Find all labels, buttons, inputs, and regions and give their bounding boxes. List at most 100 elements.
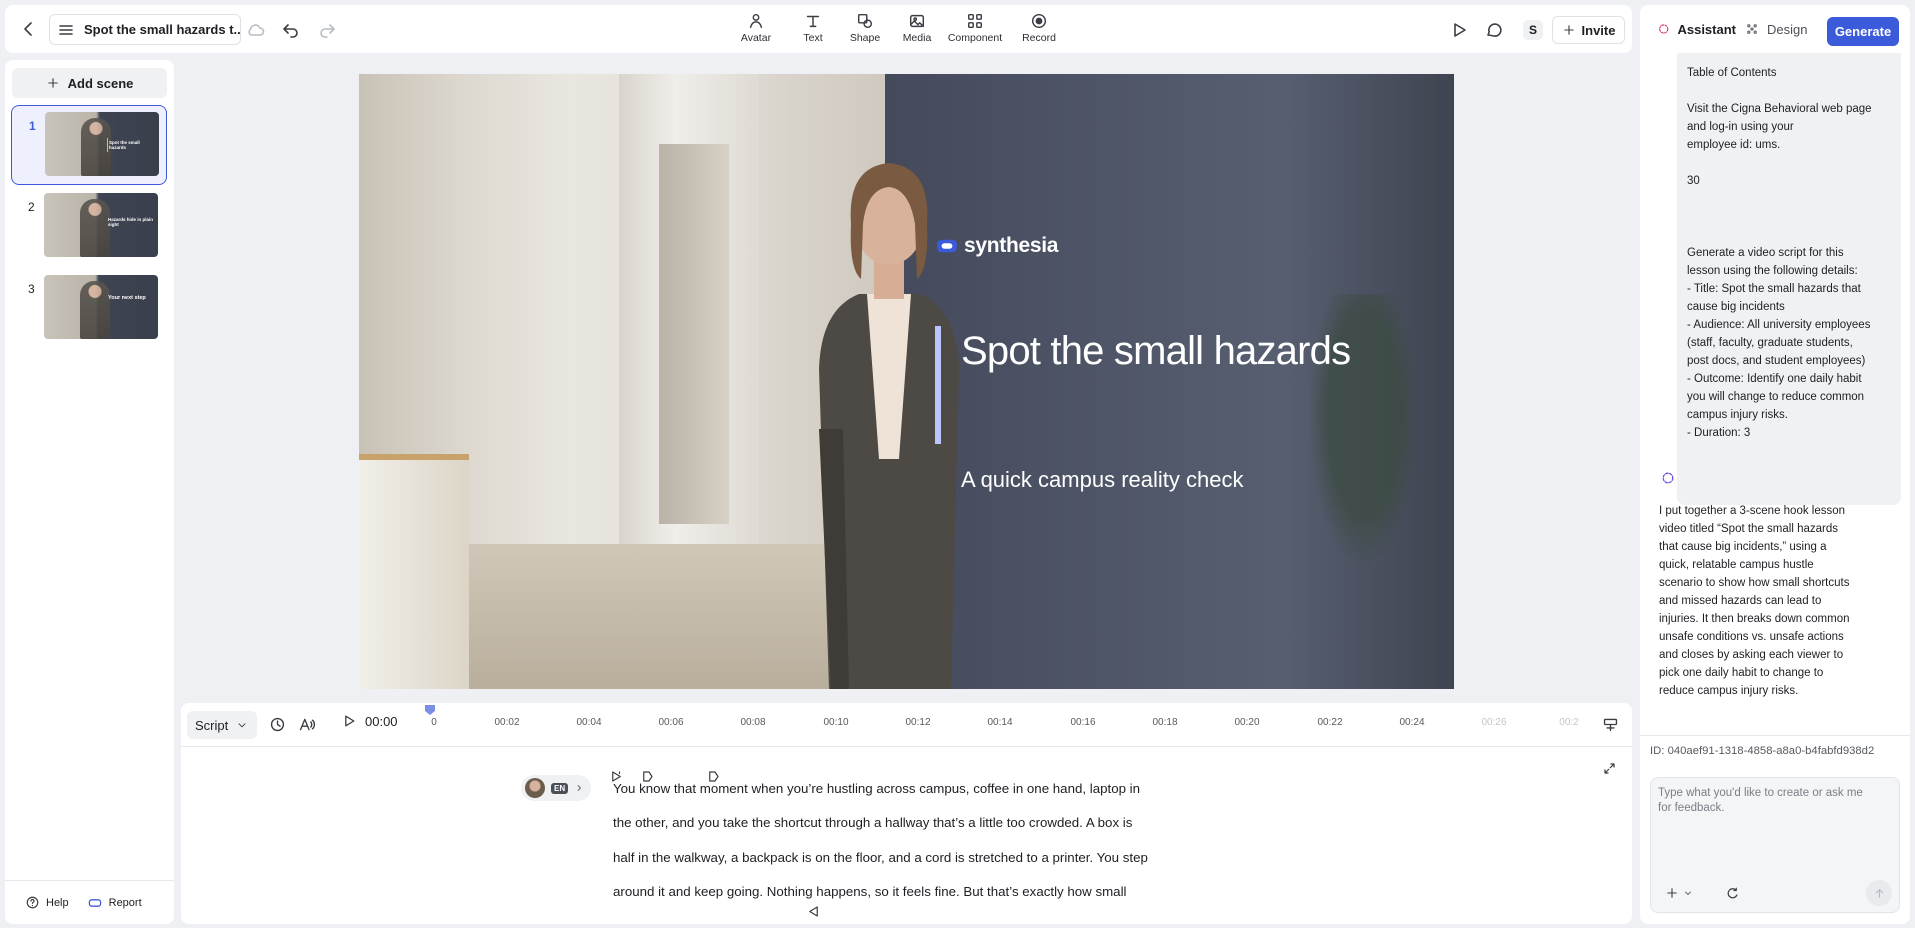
- add-scene-label: Add scene: [67, 75, 134, 91]
- attach-button[interactable]: [1661, 882, 1697, 904]
- script-mode-label: Script: [195, 717, 229, 733]
- scene-item-2[interactable]: 2 Hazards hide in plain sight: [11, 187, 167, 267]
- scene-thumbnail: Spot the small hazards: [45, 112, 159, 176]
- tool-avatar[interactable]: Avatar: [728, 12, 784, 48]
- avatar-presenter[interactable]: [759, 129, 1019, 689]
- invite-label: Invite: [1581, 22, 1616, 38]
- divider: [1640, 735, 1910, 736]
- script-line[interactable]: around it and keep going. Nothing happen…: [613, 884, 1126, 899]
- gesture-marker-icon[interactable]: [806, 904, 821, 919]
- assistant-sparkle-icon: [1659, 24, 1669, 34]
- chat-input-box[interactable]: Type what you'd like to create or ask me…: [1650, 777, 1900, 913]
- help-icon: [26, 896, 39, 909]
- add-scene-button[interactable]: Add scene: [12, 68, 167, 98]
- scene-thumbnail: Hazards hide in plain sight: [44, 193, 158, 257]
- refresh-button[interactable]: [1721, 882, 1743, 904]
- tick-label: 00:10: [823, 717, 849, 728]
- assistant-message-line: that cause big incidents,” using a: [1659, 541, 1827, 553]
- component-icon: [967, 13, 983, 29]
- menu-icon[interactable]: [56, 20, 76, 40]
- report-link[interactable]: Report: [87, 895, 142, 911]
- slide-title[interactable]: Spot the small hazards: [961, 329, 1351, 374]
- avatar-thumbnail: [525, 778, 545, 798]
- tick-label: 00:26: [1481, 717, 1507, 728]
- play-preview-icon[interactable]: [1449, 20, 1469, 40]
- assistant-message-line: and closes by asking each viewer to: [1659, 649, 1844, 661]
- slide-preview[interactable]: synthesia Spot the small hazards A quick…: [359, 74, 1454, 689]
- clock-icon[interactable]: [269, 716, 286, 733]
- assistant-message-line: injuries. It then breaks down common: [1659, 613, 1850, 625]
- tool-label: Avatar: [740, 32, 772, 44]
- thumbnail-title: Your next step: [108, 295, 146, 301]
- back-arrow-icon[interactable]: [19, 19, 39, 39]
- tool-record[interactable]: Record: [1011, 12, 1067, 48]
- tick-label: 00:12: [905, 717, 931, 728]
- report-icon: [88, 898, 101, 907]
- user-message-line: campus injury risks.: [1687, 409, 1788, 421]
- script-line[interactable]: the other, and you take the shortcut thr…: [613, 815, 1132, 830]
- timeline-ruler[interactable]: 0 00:02 00:04 00:06 00:08 00:10 00:12 00…: [425, 703, 1600, 747]
- avatar-language-chip[interactable]: EN: [521, 775, 591, 801]
- assistant-message-line: unsafe conditions vs. unsafe actions: [1659, 631, 1844, 643]
- chat-input-placeholder[interactable]: Type what you'd like to create or ask me…: [1658, 786, 1878, 816]
- help-label: Help: [46, 896, 69, 909]
- current-time: 00:00: [365, 713, 398, 729]
- tick-label: 00:14: [987, 717, 1013, 728]
- user-message-line: employee id: ums.: [1687, 139, 1781, 151]
- canvas-area: synthesia Spot the small hazards A quick…: [181, 60, 1632, 700]
- assistant-message-line: reduce campus injury risks.: [1659, 685, 1799, 697]
- tool-component[interactable]: Component: [947, 12, 1003, 48]
- user-message-line: post docs, and student employees): [1687, 355, 1866, 367]
- expand-icon[interactable]: [1602, 761, 1617, 776]
- tick-label: 00:08: [740, 717, 766, 728]
- tab-design[interactable]: Design: [1744, 5, 1814, 53]
- user-message-line: cause big incidents: [1687, 301, 1785, 313]
- undo-icon[interactable]: [281, 20, 301, 40]
- scene-item-1[interactable]: 1 Spot the small hazards: [11, 105, 167, 185]
- synthesia-logo-icon: [937, 239, 957, 253]
- script-line[interactable]: half in the walkway, a backpack is on th…: [613, 850, 1148, 865]
- media-icon: [909, 14, 925, 28]
- script-editor[interactable]: EN You know that moment when you’re hust…: [181, 747, 1632, 924]
- tick-label: 00:04: [576, 717, 602, 728]
- help-link[interactable]: Help: [25, 895, 69, 910]
- timeline-toggle-icon[interactable]: [1602, 716, 1619, 733]
- assistant-message-line: scenario to show how small shortcuts: [1659, 577, 1850, 589]
- user-message-line: Generate a video script for this: [1687, 247, 1844, 259]
- tool-label: Record: [1022, 32, 1056, 44]
- text-icon: [806, 15, 820, 28]
- chevron-right-icon: [577, 785, 582, 791]
- logo-text: synthesia: [964, 234, 1059, 257]
- voice-icon[interactable]: [298, 716, 315, 733]
- tool-media[interactable]: Media: [889, 12, 945, 48]
- project-title-field[interactable]: Spot the small hazards t...: [49, 14, 241, 45]
- thumbnail-title: Hazards hide in plain sight: [108, 217, 154, 227]
- tool-text[interactable]: Text: [785, 12, 841, 48]
- comment-icon[interactable]: [1484, 20, 1504, 40]
- slide-subtitle[interactable]: A quick campus reality check: [961, 467, 1243, 493]
- sidebar-footer: Help Report: [5, 880, 174, 924]
- tab-label: Assistant: [1677, 21, 1736, 37]
- tick-label: 00:2: [1559, 717, 1579, 728]
- user-message-line: Table of Contents: [1687, 67, 1777, 79]
- script-line[interactable]: You know that moment when you’re hustlin…: [613, 781, 1140, 796]
- scene-item-3[interactable]: 3 Your next step: [11, 269, 167, 349]
- assistant-message-line: quick, relatable campus hustle: [1659, 559, 1814, 571]
- playback-control[interactable]: 00:00: [341, 713, 398, 729]
- user-message-line: - Outcome: Identify one daily habit: [1687, 373, 1862, 385]
- script-mode-select[interactable]: Script: [187, 711, 257, 739]
- user-avatar[interactable]: S: [1523, 20, 1543, 40]
- design-grid-icon: [1747, 24, 1757, 34]
- invite-button[interactable]: Invite: [1552, 16, 1625, 44]
- record-icon: [1031, 13, 1047, 29]
- assistant-message-line: video titled “Spot the small hazards: [1659, 523, 1838, 535]
- redo-icon[interactable]: [317, 20, 337, 40]
- report-label: Report: [108, 896, 142, 909]
- assistant-message-line: pick one daily habit to change to: [1659, 667, 1824, 679]
- tool-shape[interactable]: Shape: [837, 12, 893, 48]
- top-toolbar: Spot the small hazards t... Avatar Text …: [5, 5, 1632, 53]
- generate-button[interactable]: Generate: [1827, 17, 1899, 46]
- scene-sidebar: Add scene 1 Spot the small hazards 2 Haz…: [5, 60, 174, 924]
- send-button[interactable]: [1866, 880, 1892, 906]
- tab-assistant[interactable]: Assistant: [1650, 5, 1736, 55]
